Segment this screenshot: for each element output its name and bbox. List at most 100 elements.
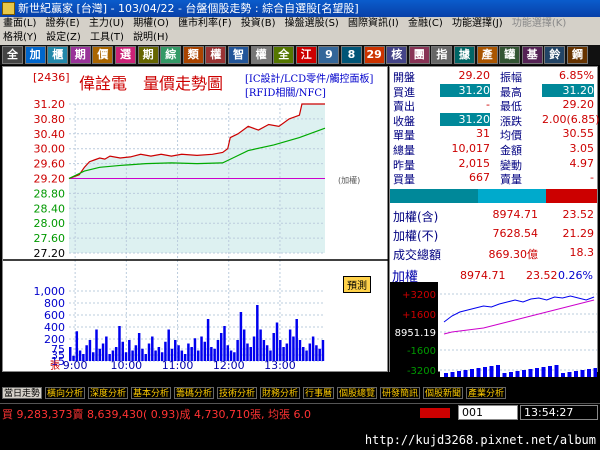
price-tick-label: 28.40 [34, 202, 66, 215]
toolbar-button-16[interactable]: 29 [363, 46, 385, 64]
tab-2[interactable]: 深度分析 [88, 387, 129, 399]
volume-bar [174, 340, 177, 361]
volume-bar [177, 345, 180, 361]
toolbar-button-9[interactable]: 權 [205, 46, 227, 64]
volume-bar [111, 350, 115, 361]
volume-bar [114, 347, 118, 361]
toolbar-button-17[interactable]: 核 [386, 46, 408, 64]
status-indicator [420, 408, 450, 418]
tab-7[interactable]: 行事曆 [303, 387, 335, 399]
mini-volume-bar [567, 372, 572, 377]
menu-row-1: 畫面(L) 證券(E) 主力(U) 期權(O) 匯市利率(F) 投資(B) 操盤… [0, 17, 569, 31]
toolbar-button-19[interactable]: 指 [431, 46, 453, 64]
price-tick-label: 30.00 [34, 143, 66, 156]
toolbar-button-1[interactable]: 加 [24, 46, 46, 64]
toolbar-button-24[interactable]: 鈴 [544, 46, 566, 64]
volume-bar [279, 340, 282, 361]
tab-0[interactable]: 當日走勢 [2, 387, 43, 399]
toolbar-button-4[interactable]: 價 [92, 46, 114, 64]
menu-item-help[interactable]: 說明(H) [130, 31, 171, 45]
menu-item-intl[interactable]: 國際資訊(I) [345, 17, 402, 31]
volume-bar [187, 343, 190, 361]
volume-bar [318, 348, 321, 361]
mini-plot-bg [440, 282, 597, 377]
volume-bar [246, 343, 249, 361]
menu-item-screen[interactable]: 畫面(L) [0, 17, 39, 31]
volume-bar [321, 340, 325, 361]
volume-bar [75, 331, 79, 361]
toolbar-button-5[interactable]: 選 [115, 46, 136, 64]
volume-bar [164, 341, 167, 361]
menu-item-main-force[interactable]: 主力(U) [86, 17, 127, 31]
tab-5[interactable]: 技術分析 [217, 387, 258, 399]
menu-item-securities[interactable]: 證券(E) [43, 17, 83, 31]
menu-item-screening[interactable]: 操盤選股(S) [282, 17, 342, 31]
quote-label: 單量 [393, 129, 415, 143]
volume-bar [252, 336, 256, 361]
menu-item-view[interactable]: 格視(Y) [0, 31, 40, 45]
quote-label: 最高 [500, 85, 522, 99]
toolbar-button-7[interactable]: 綜 [160, 46, 182, 64]
quote-label: 漲跌 [500, 114, 522, 128]
toolbar-button-13[interactable]: 江 [295, 46, 317, 64]
menu-item-invest[interactable]: 投資(B) [238, 17, 279, 31]
volume-bar [292, 336, 295, 361]
quote-label: 賣量 [500, 173, 522, 187]
volume-bar [85, 345, 88, 361]
toolbar-button-14[interactable]: 9 [318, 46, 340, 64]
menu-item-tools[interactable]: 工具(T) [87, 31, 127, 45]
mini-volume-bar [450, 372, 455, 377]
mini-volume-bar [463, 370, 468, 377]
tab-3[interactable]: 基本分析 [131, 387, 172, 399]
toolbar-button-21[interactable]: 產 [476, 46, 498, 64]
toolbar-button-12[interactable]: 全 [273, 46, 295, 64]
toolbar-button-23[interactable]: 基 [521, 46, 543, 64]
predict-button[interactable]: 預測 [343, 276, 371, 293]
menu-item-finance[interactable]: 金融(C) [405, 17, 446, 31]
toolbar-button-3[interactable]: 期 [69, 46, 91, 64]
volume-bar [262, 340, 266, 361]
volume-bar [285, 343, 289, 361]
price-tick-label: 29.60 [34, 158, 66, 171]
price-tick-label: 28.00 [34, 217, 66, 230]
volume-bar [160, 352, 164, 361]
volume-bar [302, 347, 305, 361]
toolbar-button-25[interactable]: 鋼 [567, 46, 588, 64]
menu-item-functions-j[interactable]: 功能選擇(J) [449, 17, 506, 31]
tab-6[interactable]: 財務分析 [260, 387, 301, 399]
toolbar-button-2[interactable]: 櫃 [47, 46, 69, 64]
volume-bar [275, 322, 279, 361]
toolbar-button-0[interactable]: 全 [2, 46, 23, 64]
toolbar-button-18[interactable]: 團 [408, 46, 430, 64]
tab-1[interactable]: 橫向分析 [45, 387, 86, 399]
mini-volume-bar [444, 373, 448, 377]
quote-label: 賣出 [393, 100, 415, 114]
toolbar-button-10[interactable]: 智 [228, 46, 249, 64]
volume-bar [298, 340, 302, 361]
tab-9[interactable]: 研發簡訊 [380, 387, 421, 399]
toolbar-button-15[interactable]: 8 [341, 46, 362, 64]
tab-4[interactable]: 籌碼分析 [174, 387, 215, 399]
volume-bar [183, 354, 187, 361]
menu-item-options[interactable]: 期權(O) [130, 17, 172, 31]
toolbar-button-22[interactable]: 罐 [499, 46, 521, 64]
mini-volume-bar [515, 371, 520, 377]
menu-item-functions-k[interactable]: 功能選擇(K) [509, 17, 569, 31]
analysis-tabs: 當日走勢 橫向分析 深度分析 基本分析 籌碼分析 技術分析 財務分析 行事曆 個股總覽 研發簡訊個… [0, 386, 600, 400]
toolbar-button-20[interactable]: 據 [454, 46, 475, 64]
volume-bar [167, 329, 170, 361]
code-value: 001 [462, 406, 483, 419]
volume-bar [144, 354, 147, 361]
toolbar-button-6[interactable]: 期 [137, 46, 159, 64]
tab-8[interactable]: 個股總覽 [337, 387, 378, 399]
code-input[interactable]: 001 [458, 405, 518, 420]
below-reference-fill [69, 178, 325, 253]
toolbar-button-8[interactable]: 類 [182, 46, 204, 64]
menu-item-settings[interactable]: 設定(Z) [43, 31, 84, 45]
tab-10[interactable]: 個股新聞 [423, 387, 464, 399]
clock: 13:54:27 [520, 405, 598, 420]
volume-bar [157, 347, 161, 361]
menu-item-forex[interactable]: 匯市利率(F) [175, 17, 235, 31]
tab-11[interactable]: 產業分析 [466, 387, 507, 399]
toolbar-button-11[interactable]: 權 [250, 46, 272, 64]
